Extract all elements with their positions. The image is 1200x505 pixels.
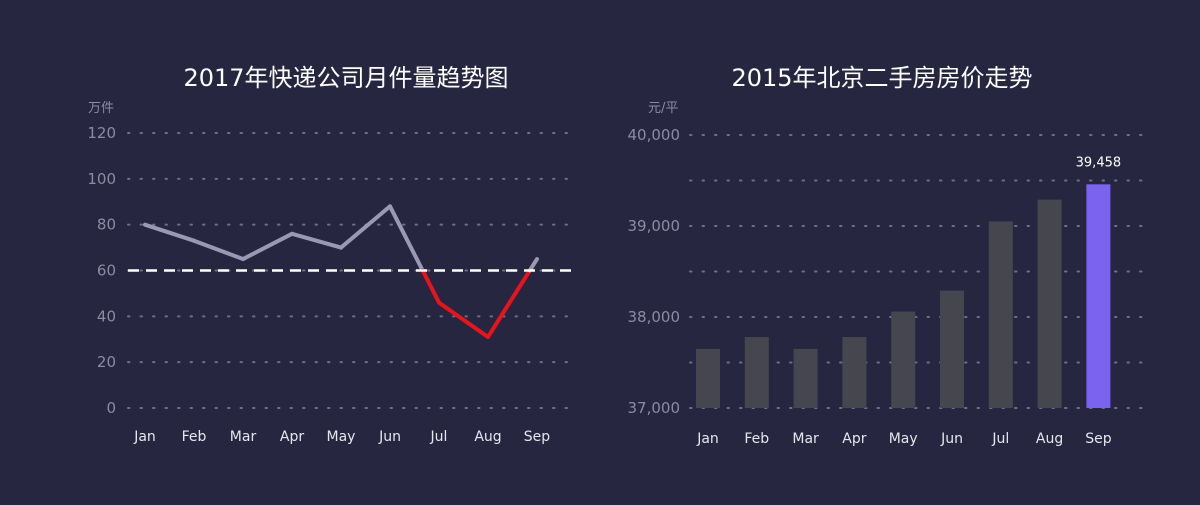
chart1-xtick-label: May <box>327 429 356 445</box>
chart1-series-segment <box>290 231 343 250</box>
chart1-series-segment <box>339 204 392 250</box>
charts-svg: 2017年快递公司月件量趋势图万件 0 20 40 60 80 100 120 Jan Feb Ma… <box>87 64 1143 447</box>
chart-canvas: 2017年快递公司月件量趋势图万件 0 20 40 60 80 100 120 Jan Feb Ma… <box>0 0 1200 505</box>
chart1-series-segment <box>241 231 294 262</box>
chart1-unit-label: 万件 <box>88 101 114 116</box>
chart2-bar <box>988 221 1013 408</box>
chart1-xtick-label: Mar <box>230 429 257 445</box>
chart2-xtick-label: Aug <box>1036 431 1063 447</box>
chart1-ytick-label: 120 <box>87 124 116 142</box>
chart1-title: 2017年快递公司月件量趋势图 <box>183 64 508 92</box>
chart1-ytick-label: 0 <box>106 399 116 417</box>
chart1-xtick-label: Jan <box>133 429 156 445</box>
chart1-series-segment <box>388 204 425 273</box>
chart1-xtick-label: Jun <box>378 429 401 445</box>
chart2-ytick-label: 40,000 <box>628 126 681 144</box>
chart2-xtick-label: Sep <box>1085 431 1112 447</box>
chart2-xtick-label: Apr <box>842 431 866 447</box>
chart2-ytick-label: 38,000 <box>628 308 681 326</box>
chart2-bar <box>793 348 818 408</box>
chart1-ytick-label: 40 <box>97 307 116 325</box>
chart1-series-segment <box>527 257 539 273</box>
chart1-ytick-label: 80 <box>97 216 116 234</box>
chart2-bar <box>940 290 964 408</box>
chart1-ytick-label: 100 <box>87 170 116 188</box>
chart2-xtick-label: Feb <box>744 431 769 447</box>
chart2-bar <box>842 337 867 408</box>
chart2-xtick-label: Mar <box>792 431 819 447</box>
chart1-ytick-label: 20 <box>97 353 116 371</box>
chart2-bar <box>891 311 916 408</box>
chart2-bar <box>696 348 720 408</box>
chart2-xtick-label: Jul <box>991 431 1009 447</box>
chart2-bar <box>744 337 769 408</box>
chart1-xtick-label: Jul <box>430 429 448 445</box>
chart2-xtick-label: Jan <box>696 431 719 447</box>
chart2-bar <box>1037 199 1062 408</box>
chart2-xtick-label: Jun <box>940 431 963 447</box>
chart1-series-segment <box>192 238 245 262</box>
chart2-title: 2015年北京二手房房价走势 <box>731 64 1032 92</box>
chart2-bar-highlight <box>1086 184 1111 408</box>
chart1-xtick-label: Aug <box>474 429 501 445</box>
chart1-series-segment <box>486 268 532 339</box>
chart1-xtick-label: Sep <box>524 429 551 445</box>
chart1-ytick-label: 60 <box>97 262 116 280</box>
chart2-xtick-label: May <box>889 431 918 447</box>
chart1-xtick-label: Apr <box>280 429 304 445</box>
chart1-series-segment <box>437 300 490 339</box>
chart1-series-segment <box>143 222 196 243</box>
chart2-unit-label: 元/平 <box>648 101 678 116</box>
chart1-series-segment <box>420 268 441 305</box>
chart2-data-label: 39,458 <box>1076 155 1122 170</box>
chart2-ytick-label: 37,000 <box>628 399 681 417</box>
chart1-xtick-label: Feb <box>182 429 207 445</box>
chart2-ytick-label: 39,000 <box>628 217 681 235</box>
